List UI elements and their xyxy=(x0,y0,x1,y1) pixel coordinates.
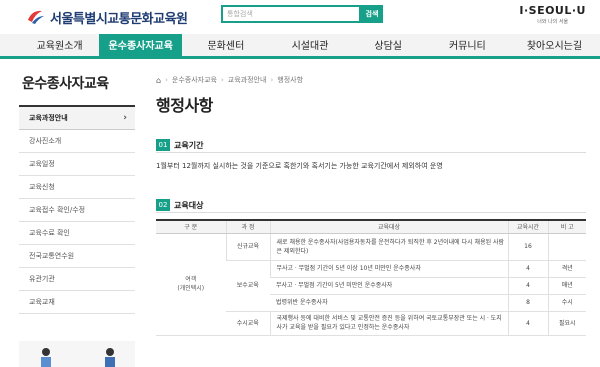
target-cell: 법령위반 운수종사자 xyxy=(270,294,508,312)
side-nav-item-label: 강사진소개 xyxy=(29,137,62,145)
table-row: 여객 (개인택시) 신규교육 새로 채용한 운수종사자(사업용자동차를 운전하다… xyxy=(156,233,586,336)
seoul-brand-subtext: 너와 나의 서울 xyxy=(537,19,569,25)
section-title: 교육기간 xyxy=(174,140,204,150)
side-nav-item-label: 전국교통연수원 xyxy=(29,252,75,260)
breadcrumb-current: 행정사항 xyxy=(277,76,304,84)
side-nav-item[interactable]: 교육접수 확인/수정 xyxy=(19,199,135,222)
course-cell: 보수교육 xyxy=(226,260,270,312)
hours-cell: 4 xyxy=(507,260,548,278)
side-promo-banner[interactable] xyxy=(19,341,135,367)
hours-cell: 16 xyxy=(507,233,548,261)
column-header: 비 고 xyxy=(547,220,586,234)
section-number: 01 xyxy=(156,139,170,151)
main-navigation: 교육원소개 운수종사자교육 문화센터 시설대관 상담실 커뮤니티 찾아오시는길 xyxy=(0,34,600,59)
gnb-item[interactable]: 커뮤니티 xyxy=(426,34,509,59)
side-nav-item[interactable]: 유관기관 xyxy=(19,268,135,291)
group-cell: 여객 (개인택시) xyxy=(156,233,226,336)
column-header: 구 분 xyxy=(156,220,226,234)
search-button[interactable]: 검색 xyxy=(361,5,383,23)
section-divider xyxy=(156,212,586,213)
section-heading-period: 01 교육기간 xyxy=(156,139,203,151)
hours-cell: 8 xyxy=(507,294,548,312)
side-nav-item[interactable]: 교육일정 xyxy=(19,153,135,176)
section-divider xyxy=(156,152,586,153)
side-nav-item-label: 교육수료 확인 xyxy=(29,229,70,237)
hours-cell: 4 xyxy=(507,277,548,295)
side-nav-title: 운수종사자교육 xyxy=(19,59,135,107)
logo-text: 서울특별시교통문화교육원 xyxy=(50,11,188,27)
education-target-table: 구 분 과 정 교육대상 교육시간 비 고 여객 (개인택시) 신규교육 새로 … xyxy=(156,219,586,336)
side-nav-item[interactable]: 교육신청 xyxy=(19,176,135,199)
breadcrumb-item[interactable]: 운수종사자교육 xyxy=(172,75,217,85)
note-cell: 매년 xyxy=(547,277,586,295)
person-icon xyxy=(105,348,115,367)
column-header: 교육시간 xyxy=(507,220,548,234)
side-nav-item-label: 유관기관 xyxy=(29,275,55,283)
note-cell: 필요시 xyxy=(547,311,586,336)
seoul-brand-text: I·SEOUL·U xyxy=(519,4,586,17)
logo-emblem-icon xyxy=(26,8,46,26)
note-cell: 수시 xyxy=(547,294,586,312)
section-heading-target: 02 교육대상 xyxy=(156,199,203,211)
side-nav-item-label: 교육접수 확인/수정 xyxy=(29,206,86,214)
side-nav-item-label: 교육신청 xyxy=(29,183,55,191)
side-nav-item-label: 교육교재 xyxy=(29,298,55,306)
home-icon[interactable]: ⌂ xyxy=(156,76,161,85)
column-header: 교육대상 xyxy=(269,220,508,234)
gnb-item[interactable]: 상담실 xyxy=(351,34,426,59)
side-nav-item[interactable]: 강사진소개 xyxy=(19,130,135,153)
gnb-item[interactable]: 문화센터 xyxy=(182,34,269,59)
target-cell: 국제행사 등에 대비한 서비스 및 교통안전 증진 등을 위하여 국토교통부장관… xyxy=(269,311,508,336)
search-bar: 검색 xyxy=(221,5,383,23)
table-header-row: 구 분 과 정 교육대상 교육시간 비 고 xyxy=(156,220,586,234)
side-navigation: 운수종사자교육 교육과정안내 › 강사진소개 교육일정 교육신청 교육접수 확인/수정 교육… xyxy=(19,59,135,367)
target-cell: 무사고ㆍ무벌점 기간이 5년 미만인 운수종사자 xyxy=(270,277,508,295)
course-cell: 수시교육 xyxy=(226,311,270,336)
breadcrumb-item[interactable]: 교육과정안내 xyxy=(228,75,267,85)
course-cell: 신규교육 xyxy=(225,233,270,261)
seoul-brand-logo[interactable]: I·SEOUL·U 너와 나의 서울 xyxy=(519,4,586,25)
note-cell xyxy=(547,233,586,261)
side-nav-item[interactable]: 교육교재 xyxy=(19,291,135,314)
site-logo[interactable]: 서울특별시교통문화교육원 xyxy=(26,6,188,28)
gnb-item[interactable]: 찾아오시는길 xyxy=(509,34,600,59)
chevron-right-icon: › xyxy=(123,113,127,123)
main-content: ⌂ › 운수종사자교육 › 교육과정안내 › 행정사항 행정사항 01 교육기간… xyxy=(156,59,586,367)
top-header: 서울특별시교통문화교육원 검색 I·SEOUL·U 너와 나의 서울 xyxy=(0,0,600,34)
person-icon xyxy=(41,348,51,367)
side-nav-item[interactable]: 교육과정안내 › xyxy=(19,107,135,130)
search-input[interactable] xyxy=(221,5,361,23)
side-nav-item-label: 교육일정 xyxy=(29,160,55,168)
side-nav-item[interactable]: 전국교통연수원 xyxy=(19,245,135,268)
section-number: 02 xyxy=(156,199,170,211)
note-cell: 격년 xyxy=(547,260,586,278)
target-cell: 새로 채용한 운수종사자(사업용자동차를 운전하다가 퇴직한 후 2년이내에 다… xyxy=(269,233,508,261)
gnb-item[interactable]: 운수종사자교육 xyxy=(99,34,183,59)
gnb-item[interactable]: 시설대관 xyxy=(269,34,350,59)
column-header: 과 정 xyxy=(225,220,270,234)
side-nav-item-label: 교육과정안내 xyxy=(29,114,68,122)
breadcrumb: ⌂ › 운수종사자교육 › 교육과정안내 › 행정사항 xyxy=(156,75,304,85)
page-title: 행정사항 xyxy=(156,96,213,115)
section-title: 교육대상 xyxy=(174,200,204,210)
gnb-item[interactable]: 교육원소개 xyxy=(20,34,99,59)
section-description: 1월부터 12월까지 실시하는 것을 기준으로 혹한기와 혹서기는 가능한 교육… xyxy=(156,162,443,170)
target-cell: 무사고ㆍ무벌점 기간이 5년 이상 10년 미만인 운수종사자 xyxy=(269,260,508,278)
hours-cell: 4 xyxy=(507,311,548,336)
side-nav-item[interactable]: 교육수료 확인 xyxy=(19,222,135,245)
